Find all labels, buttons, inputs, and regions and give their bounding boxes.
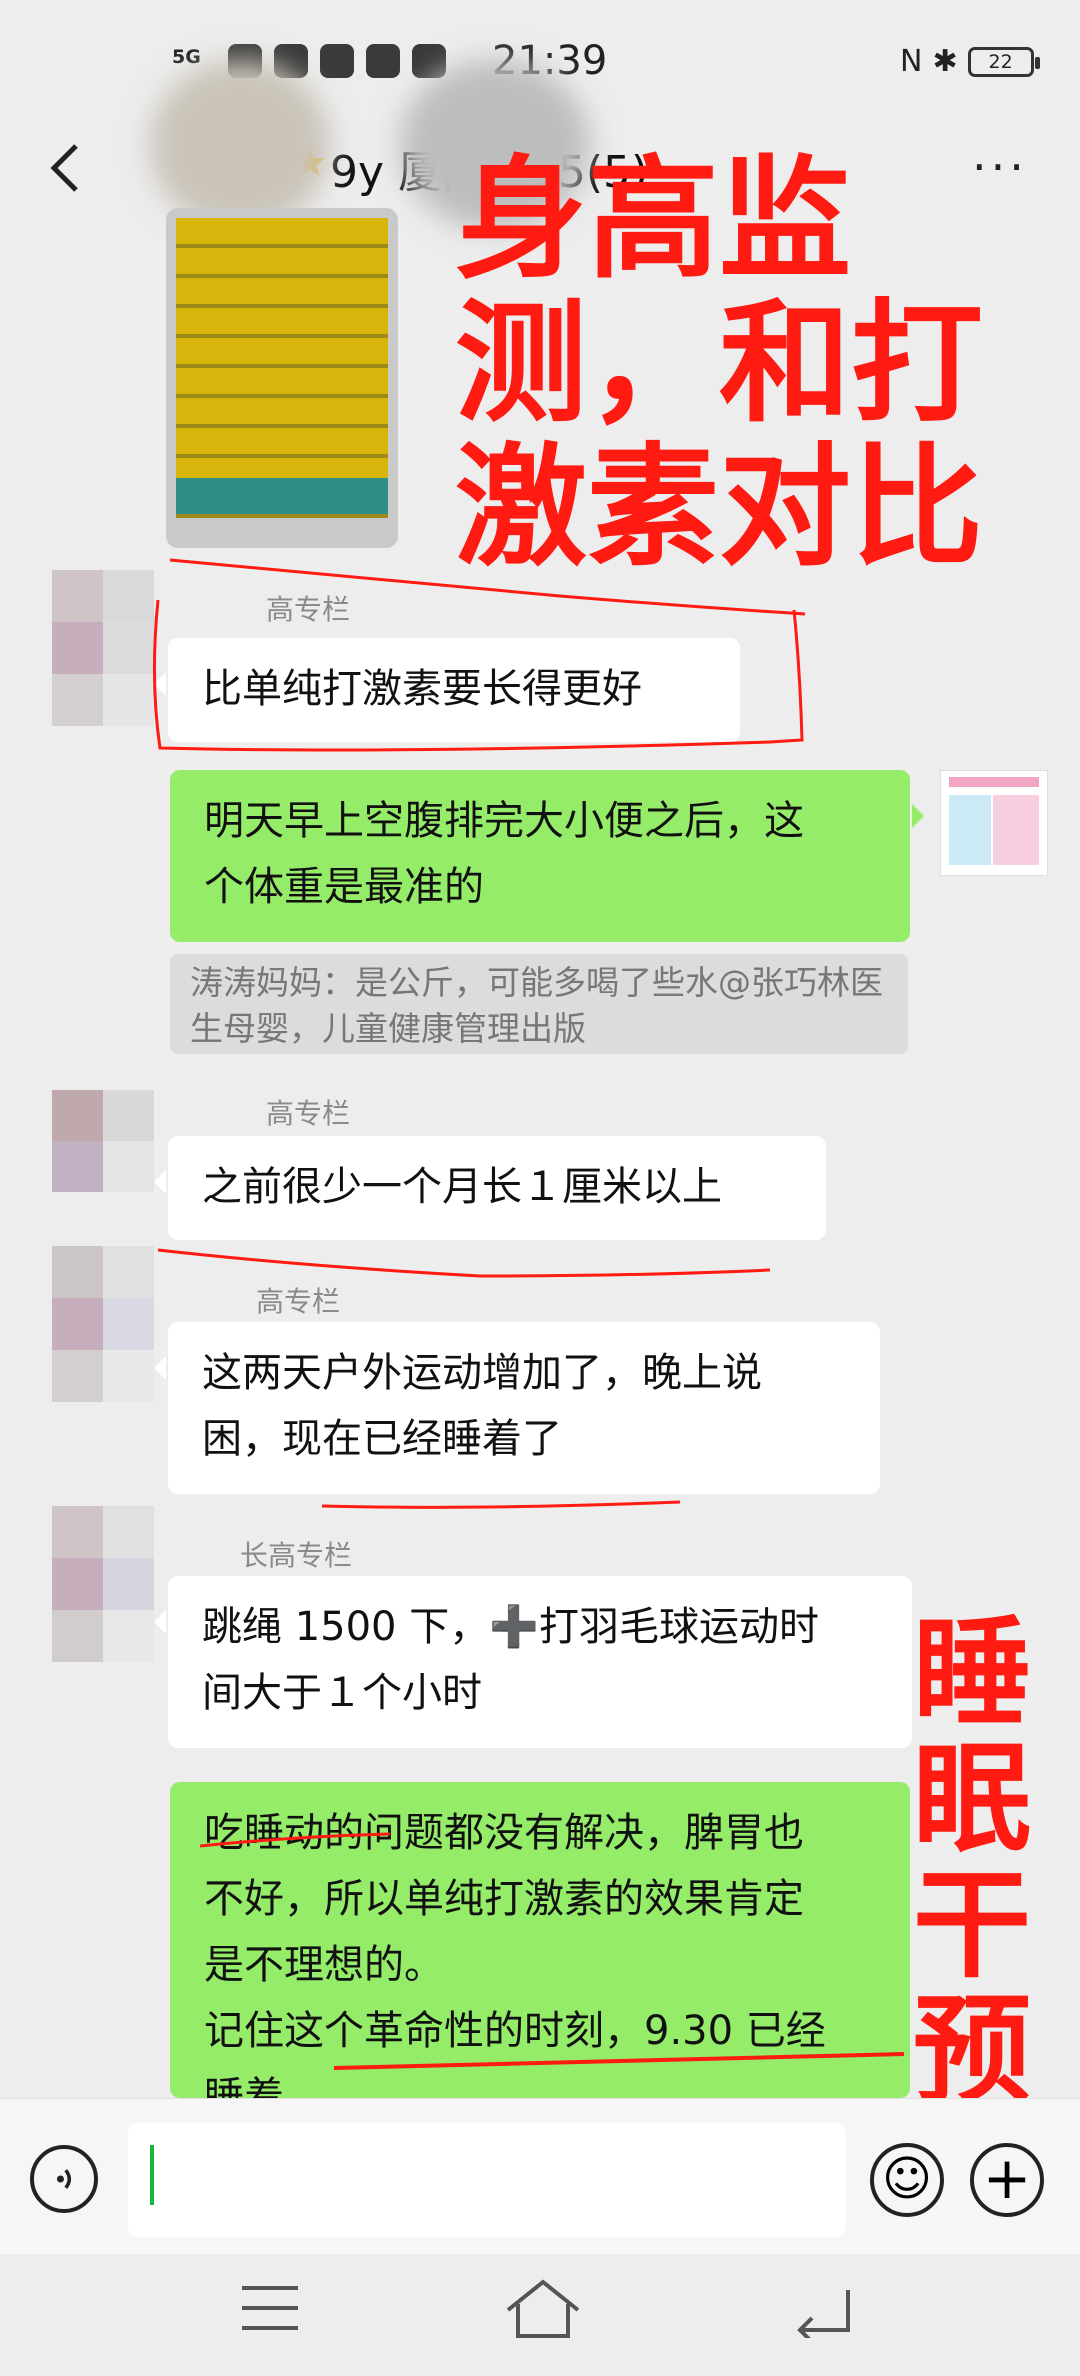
plus-icon[interactable]: +	[970, 2143, 1044, 2217]
privacy-blur	[150, 60, 330, 230]
avatar[interactable]	[52, 1090, 154, 1192]
thumb-title	[949, 777, 1039, 787]
sender-name: 高专栏	[266, 1097, 351, 1130]
system-nav-bar	[0, 2254, 1080, 2376]
network-indicator: 5G	[172, 46, 201, 68]
location-icon	[412, 44, 446, 78]
sender-name: 长高专栏	[240, 1539, 353, 1572]
annotation-text-top: 身高监测，和打激素对比	[455, 143, 983, 585]
message-bubble[interactable]: 之前很少一个月长１厘米以上	[154, 1136, 826, 1240]
message-input[interactable]	[128, 2123, 846, 2237]
input-bar: ☺ +	[0, 2098, 1080, 2255]
avatar[interactable]	[52, 570, 154, 726]
message-bubble[interactable]: 跳绳 1500 下，➕打羽毛球运动时 间大于１个小时	[154, 1576, 912, 1748]
quoted-message[interactable]: 涛涛妈妈：是公斤，可能多喝了些水@张巧林医生母婴，儿童健康管理出版	[170, 954, 908, 1054]
self-avatar[interactable]	[940, 770, 1048, 876]
bluetooth-icon: ✱	[932, 44, 958, 79]
nfc-icon: N	[900, 44, 923, 79]
sender-name: 高专栏	[266, 593, 351, 626]
height-chart-photo	[176, 218, 388, 518]
message-bubble[interactable]: 比单纯打激素要长得更好	[154, 638, 740, 742]
voice-icon[interactable]	[30, 2145, 98, 2213]
message-bubble-self[interactable]: 吃睡动的问题都没有解决，脾胃也 不好，所以单纯打激素的效果肯定 是不理想的。 记…	[170, 1782, 910, 2098]
avatar[interactable]	[52, 1506, 154, 1662]
back-icon[interactable]	[40, 140, 96, 196]
battery-icon: 22	[967, 46, 1040, 77]
robot-icon	[366, 44, 400, 78]
thumb-photo	[993, 795, 1039, 865]
avatar[interactable]	[52, 1246, 154, 1402]
sender-name: 高专栏	[256, 1285, 341, 1318]
status-right: N ✱ 22	[900, 44, 1040, 79]
annotation-text-side: 睡眠干预	[912, 1604, 1031, 2120]
qq-icon	[320, 44, 354, 78]
photo-base	[176, 478, 388, 514]
image-message[interactable]	[166, 208, 398, 548]
message-bubble[interactable]: 这两天户外运动增加了，晚上说 困，现在已经睡着了	[154, 1322, 880, 1494]
menu-icon[interactable]	[242, 2286, 298, 2336]
back-nav-icon[interactable]	[790, 2282, 854, 2338]
message-bubble-self[interactable]: 明天早上空腹排完大小便之后，这 个体重是最准的	[170, 770, 924, 942]
home-icon[interactable]	[504, 2276, 582, 2342]
text-caret	[150, 2145, 154, 2205]
thumb-photo	[949, 795, 991, 865]
emoji-icon[interactable]: ☺	[870, 2143, 944, 2217]
